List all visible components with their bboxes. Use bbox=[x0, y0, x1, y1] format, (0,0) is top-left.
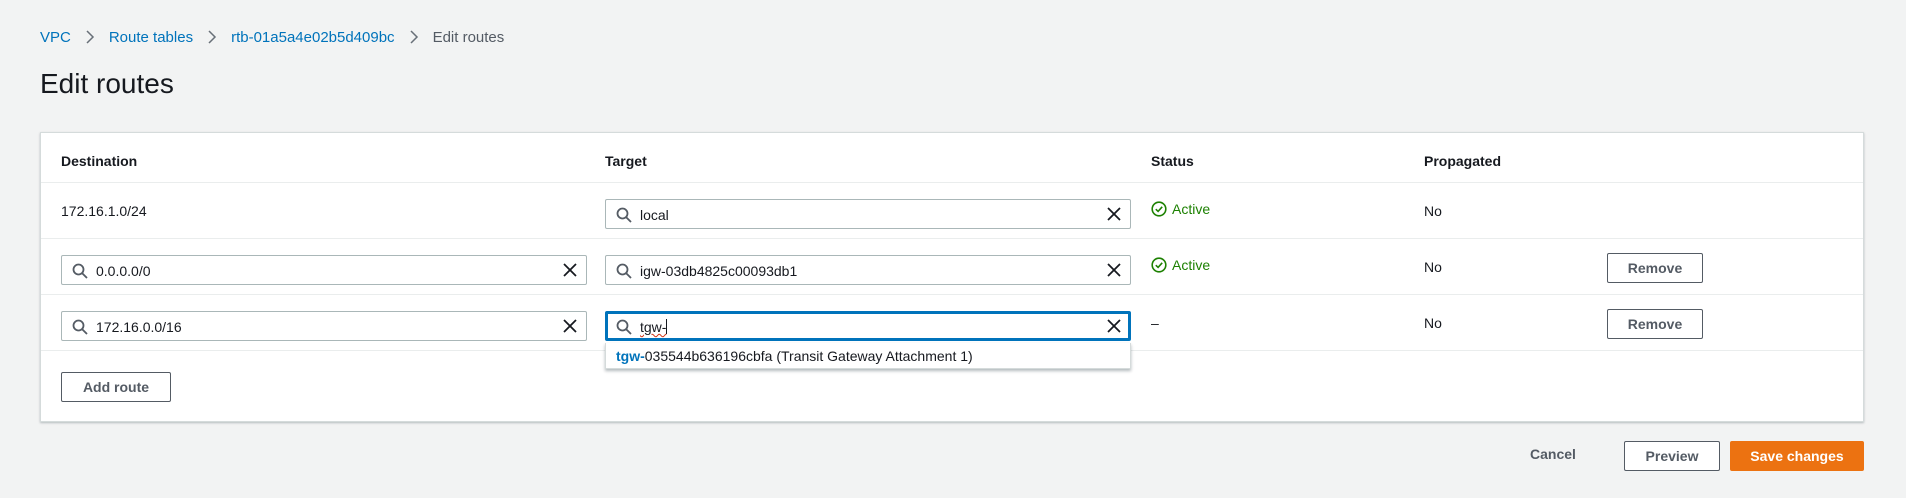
close-icon[interactable] bbox=[1106, 206, 1122, 222]
status-badge: Active bbox=[1151, 201, 1210, 217]
search-icon bbox=[72, 263, 88, 279]
target-autocomplete-dropdown: tgw-035544b636196cbfa (Transit Gateway A… bbox=[605, 343, 1131, 369]
table-row: 0.0.0.0/0 igw-03db4825c00093db1 Active N… bbox=[41, 239, 1863, 295]
propagated-value: No bbox=[1424, 259, 1442, 275]
routes-panel: Destination Target Status Propagated 172… bbox=[40, 132, 1864, 422]
search-icon bbox=[616, 263, 632, 279]
search-icon bbox=[72, 319, 88, 335]
breadcrumb-route-table-id[interactable]: rtb-01a5a4e02b5d409bc bbox=[231, 29, 394, 46]
save-changes-button[interactable]: Save changes bbox=[1730, 441, 1864, 471]
table-row: 172.16.1.0/24 local Active No bbox=[41, 183, 1863, 239]
chevron-right-icon bbox=[208, 30, 217, 44]
target-input-value: local bbox=[640, 207, 669, 223]
destination-input[interactable]: 0.0.0.0/0 bbox=[61, 255, 587, 285]
column-header-propagated: Propagated bbox=[1424, 153, 1502, 169]
destination-input[interactable]: 172.16.0.0/16 bbox=[61, 311, 587, 341]
target-input-text: tgw- bbox=[640, 319, 667, 335]
close-icon[interactable] bbox=[1106, 262, 1122, 278]
close-icon[interactable] bbox=[562, 318, 578, 334]
check-circle-icon bbox=[1151, 201, 1167, 217]
propagated-value: No bbox=[1424, 315, 1442, 331]
breadcrumb-vpc[interactable]: VPC bbox=[40, 29, 71, 46]
target-input-value: igw-03db4825c00093db1 bbox=[640, 263, 798, 279]
breadcrumb-current: Edit routes bbox=[432, 28, 505, 46]
status-label: Active bbox=[1172, 201, 1211, 217]
column-header-status: Status bbox=[1151, 153, 1194, 169]
chevron-right-icon bbox=[410, 30, 418, 44]
preview-button[interactable]: Preview bbox=[1624, 441, 1720, 471]
page-title: Edit routes bbox=[40, 68, 174, 99]
target-input[interactable]: local bbox=[605, 199, 1131, 229]
add-route-button[interactable]: Add route bbox=[61, 372, 171, 402]
destination-input-value: 0.0.0.0/0 bbox=[96, 263, 151, 279]
target-input[interactable]: tgw- bbox=[605, 311, 1131, 341]
remove-route-button[interactable]: Remove bbox=[1607, 309, 1703, 339]
autocomplete-option-text: 035544b636196cbfa (Transit Gateway Attac… bbox=[644, 348, 973, 364]
column-header-target: Target bbox=[605, 153, 647, 169]
search-icon bbox=[616, 207, 632, 223]
status-label: Active bbox=[1172, 257, 1211, 273]
column-header-destination: Destination bbox=[61, 153, 138, 169]
target-input[interactable]: igw-03db4825c00093db1 bbox=[605, 255, 1131, 285]
text-cursor bbox=[666, 319, 668, 334]
close-icon[interactable] bbox=[562, 262, 578, 278]
table-header: Destination Target Status Propagated bbox=[41, 133, 1863, 183]
chevron-right-icon bbox=[86, 30, 94, 44]
target-input-value: tgw- bbox=[640, 319, 668, 335]
status-badge: Active bbox=[1151, 257, 1210, 273]
close-icon[interactable] bbox=[1106, 318, 1122, 334]
destination-input-value: 172.16.0.0/16 bbox=[96, 319, 182, 335]
breadcrumb: VPC Route tables rtb-01a5a4e02b5d409bc E… bbox=[40, 28, 504, 46]
autocomplete-option[interactable]: tgw-035544b636196cbfa (Transit Gateway A… bbox=[616, 348, 973, 364]
breadcrumb-route-tables[interactable]: Route tables bbox=[109, 29, 193, 46]
destination-value: 172.16.1.0/24 bbox=[61, 203, 147, 219]
search-icon bbox=[616, 319, 632, 335]
autocomplete-match: tgw- bbox=[616, 348, 645, 364]
cancel-button[interactable]: Cancel bbox=[1530, 446, 1576, 462]
check-circle-icon bbox=[1151, 257, 1167, 273]
propagated-value: No bbox=[1424, 203, 1442, 219]
remove-route-button[interactable]: Remove bbox=[1607, 253, 1703, 283]
status-value: – bbox=[1151, 315, 1159, 331]
